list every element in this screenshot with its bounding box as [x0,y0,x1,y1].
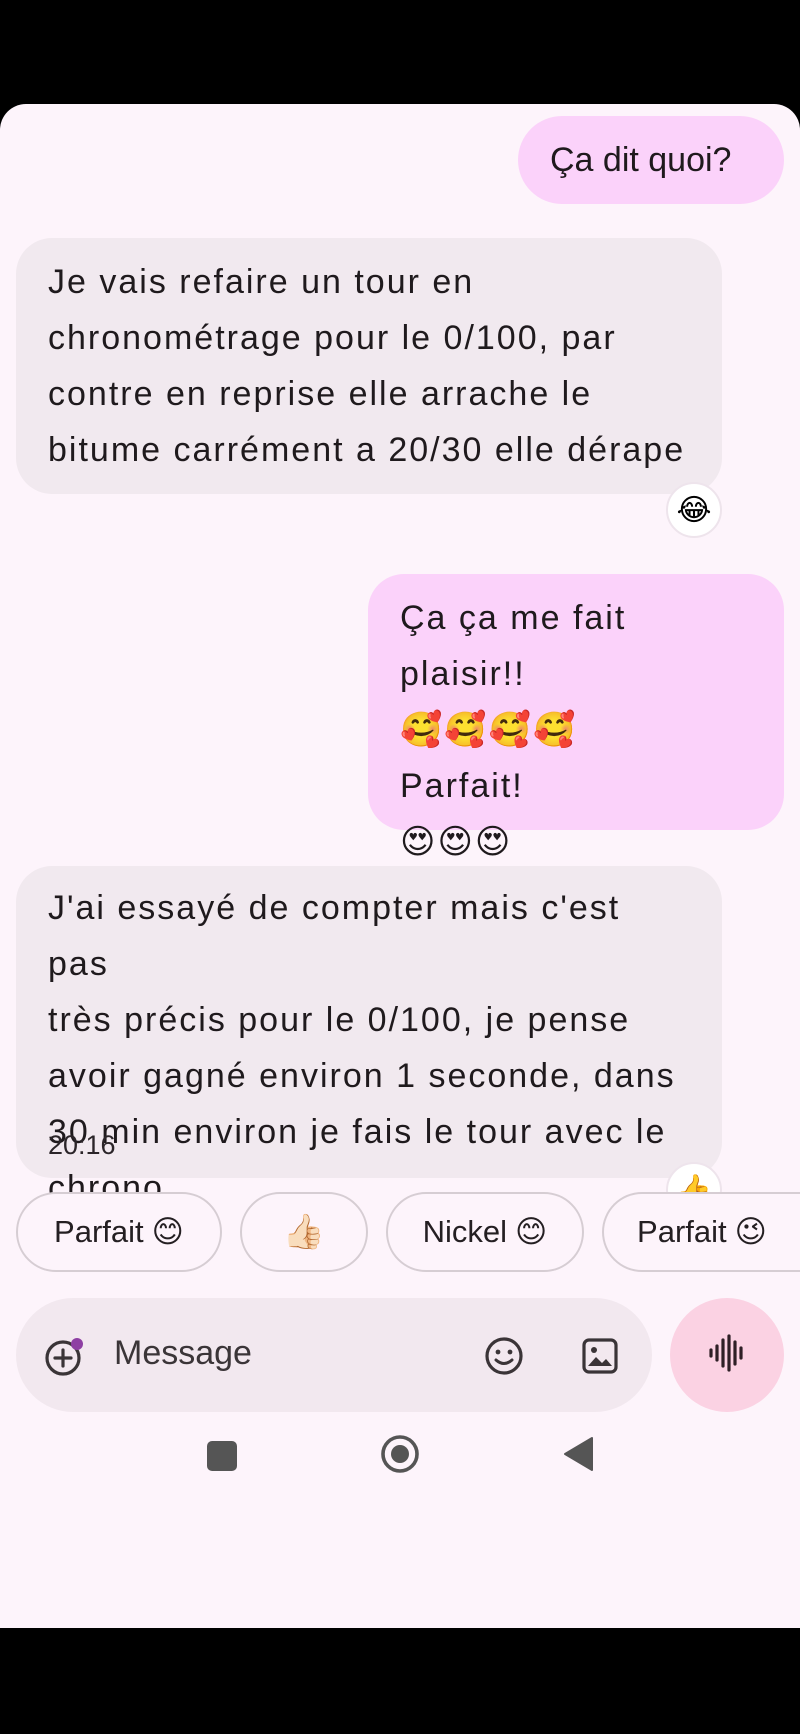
square-icon [207,1441,237,1471]
smart-reply-chip[interactable]: Parfait 😉 [602,1192,800,1272]
chip-label: Nickel [422,1214,508,1249]
reaction-badge[interactable]: 😂 [666,482,722,538]
message-line: Parfait! [400,767,524,805]
add-circle-icon[interactable] [42,1335,86,1379]
message-line: 30 min environ je fais le tour avec le [48,1113,667,1151]
message-line: 🥰🥰🥰🥰 [400,711,578,749]
message-input[interactable]: Message [114,1334,252,1373]
home-button[interactable] [378,1434,422,1478]
waveform-icon [706,1332,748,1379]
smiling-emoji-icon: 😊 [515,1214,548,1249]
back-button[interactable] [560,1436,596,1477]
message-timestamp: 20:16 [48,1130,116,1160]
smart-reply-chip[interactable]: Parfait 😊 [16,1192,222,1272]
message-line: bitume carrément a 20/30 elle dérape [48,431,686,469]
message-composer: Message [16,1298,652,1412]
smiley-icon[interactable] [482,1334,526,1378]
message-line: chronométrage pour le 0/100, par [48,319,617,357]
circle-icon [379,1433,421,1480]
message-line: contre en reprise elle arrache le [48,375,593,413]
message-line: avoir gagné environ 1 seconde, dans [48,1057,676,1095]
chip-label: Parfait [637,1214,727,1249]
thumbs-up-emoji-icon: 👍🏻 [282,1213,326,1251]
laughing-emoji-icon: 😂 [676,493,712,527]
message-line: très précis pour le 0/100, je pense [48,1001,631,1039]
message-line: 😍😍😍 [400,823,513,861]
message-bubble-outgoing[interactable]: Ça dit quoi? [518,116,784,204]
message-text: Ça dit quoi? [550,141,732,179]
chip-label: Parfait [54,1214,144,1249]
recents-button[interactable] [204,1438,240,1474]
message-line: J'ai essayé de compter mais c'est pas [48,889,621,983]
message-line: Je vais refaire un tour en [48,263,475,301]
voice-message-button[interactable] [670,1298,784,1412]
smart-reply-chip[interactable]: Nickel 😊 [386,1192,584,1272]
message-bubble-outgoing[interactable]: Ça ça me fait plaisir!! 🥰🥰🥰🥰 Parfait! 😍😍… [368,574,784,861]
message-bubble-incoming[interactable]: Je vais refaire un tour en chronométrage… [16,238,722,494]
winking-emoji-icon: 😉 [734,1214,767,1249]
smart-reply-chip[interactable]: 👍🏻 [240,1192,368,1272]
smiling-emoji-icon: 😊 [151,1214,184,1249]
message-bubble-incoming[interactable]: J'ai essayé de compter mais c'est pas tr… [16,866,722,1207]
message-line: Ça ça me fait plaisir!! [400,599,627,693]
image-icon[interactable] [578,1334,622,1378]
triangle-back-icon [562,1436,594,1477]
